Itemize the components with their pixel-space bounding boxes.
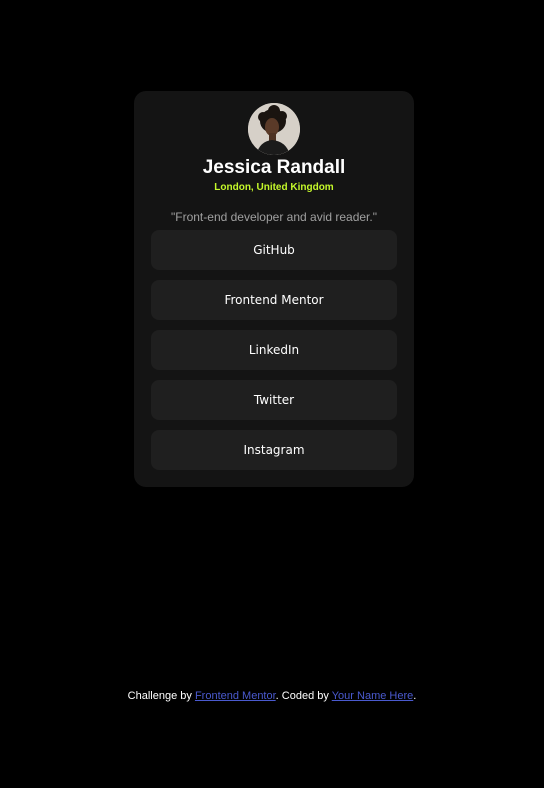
profile-card: Jessica Randall London, United Kingdom "…: [134, 91, 414, 487]
profile-bio: "Front-end developer and avid reader.": [171, 210, 377, 224]
avatar: [248, 103, 300, 155]
footer-middle: . Coded by: [275, 690, 332, 702]
link-twitter-button[interactable]: Twitter: [151, 380, 397, 420]
link-frontend-mentor-button[interactable]: Frontend Mentor: [151, 280, 397, 320]
footer-prefix: Challenge by: [127, 690, 195, 702]
footer-challenge-link[interactable]: Frontend Mentor: [195, 690, 276, 702]
footer-suffix: .: [413, 690, 417, 702]
social-links: GitHub Frontend Mentor LinkedIn Twitter …: [151, 230, 397, 480]
avatar-photo-icon: [248, 103, 300, 155]
footer-author-link[interactable]: Your Name Here: [332, 690, 414, 702]
profile-location: London, United Kingdom: [214, 182, 334, 193]
link-instagram-button[interactable]: Instagram: [151, 430, 397, 470]
profile-name: Jessica Randall: [202, 157, 346, 178]
page: Jessica Randall London, United Kingdom "…: [0, 0, 544, 788]
link-linkedin-button[interactable]: LinkedIn: [151, 330, 397, 370]
link-github-button[interactable]: GitHub: [151, 230, 397, 270]
attribution-footer: Challenge by Frontend Mentor. Coded by Y…: [0, 690, 544, 702]
